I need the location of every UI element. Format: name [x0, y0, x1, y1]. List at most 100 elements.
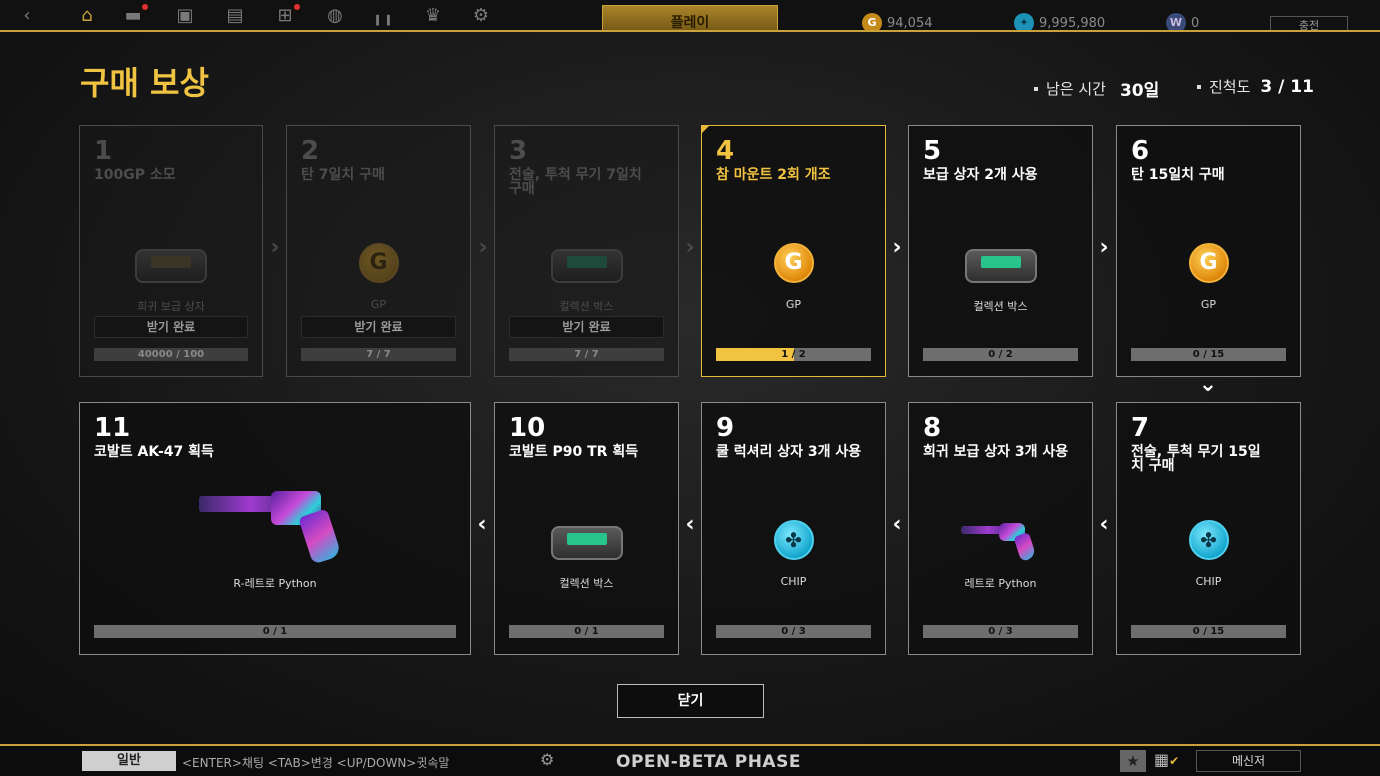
card-number: 7: [1131, 413, 1150, 443]
globe-icon[interactable]: ◍: [322, 6, 348, 26]
back-icon[interactable]: ‹: [14, 6, 40, 26]
progress-text: 40000 / 100: [137, 349, 205, 360]
progress-text: 0 / 1: [262, 626, 288, 637]
weapon-icon[interactable]: ▬: [120, 4, 148, 26]
reward-name: GP: [785, 298, 802, 311]
card-number: 1: [94, 136, 113, 166]
arrow-right-icon: ›: [892, 235, 902, 260]
phase-label: OPEN-BETA PHASE: [616, 752, 801, 772]
reward-card-7[interactable]: 7 전술, 투척 무기 15일치 구매 ✤ CHIP 0 / 15: [1116, 402, 1301, 655]
reward-name: 컬렉션 박스: [559, 300, 614, 313]
progress-status: 진척도 3 / 11: [1197, 76, 1314, 97]
card-number: 8: [923, 413, 942, 443]
arrow-left-icon: ‹: [892, 512, 902, 537]
reward-name: 레트로 Python: [964, 577, 1037, 590]
progress-bar: 0 / 2: [923, 348, 1078, 361]
card-number: 3: [509, 136, 528, 166]
progress-text: 0 / 2: [988, 349, 1013, 360]
progress-bar: 0 / 3: [716, 625, 871, 638]
progress-bar: 7 / 7: [301, 348, 456, 361]
card-number: 5: [923, 136, 942, 166]
modal-title: 구매 보상: [80, 64, 209, 102]
card-title: 전술, 투척 무기 15일치 구매: [1131, 444, 1261, 474]
card-number: 6: [1131, 136, 1150, 166]
card-title: 탄 15일치 구매: [1131, 167, 1225, 183]
card-number: 2: [301, 136, 320, 166]
reward-name: 컬렉션 박스: [973, 300, 1028, 313]
chat-channel-tab[interactable]: 일반: [82, 751, 176, 771]
gp-coin-icon: G: [358, 243, 399, 283]
arrow-left-icon: ‹: [1099, 512, 1109, 537]
character-icon[interactable]: ▣: [172, 6, 198, 26]
reward-name: GP: [370, 298, 387, 311]
messenger-button[interactable]: 메신저: [1196, 750, 1301, 772]
trophy-icon[interactable]: ♛: [420, 6, 446, 26]
progress-bar: 1 / 2: [716, 348, 871, 361]
reward-name: GP: [1200, 298, 1217, 311]
reward-card-11[interactable]: 11 코발트 AK-47 획득 R-레트로 Python 0 / 1: [79, 402, 471, 655]
gp-coin-icon: G: [1188, 243, 1229, 283]
bullet-icon: [1034, 86, 1038, 91]
cart-icon[interactable]: ⊞: [272, 4, 300, 26]
progress-bar: 0 / 15: [1131, 625, 1286, 638]
card-title: 참 마운트 2회 개조: [716, 167, 831, 183]
reward-card-10[interactable]: 10 코발트 P90 TR 획득 컬렉션 박스 0 / 1: [494, 402, 679, 655]
reward-name: 희귀 보급 상자: [137, 300, 205, 313]
arrow-left-icon: ‹: [477, 512, 487, 537]
chip-icon: ✤: [1188, 520, 1229, 560]
card-number: 10: [509, 413, 546, 443]
progress-text: 0 / 15: [1192, 349, 1225, 360]
progress-text: 0 / 3: [781, 626, 806, 637]
arrow-right-icon: ›: [685, 235, 695, 260]
reward-card-8[interactable]: 8 희귀 보급 상자 3개 사용 레트로 Python 0 / 3: [908, 402, 1093, 655]
card-title: 100GP 소모: [94, 167, 176, 183]
arrow-right-icon: ›: [478, 235, 488, 260]
chat-settings-gear-icon[interactable]: ⚙: [540, 750, 554, 769]
favorite-star-icon[interactable]: ★: [1120, 750, 1146, 772]
stats-icon[interactable]: ╻╻: [370, 6, 396, 26]
card-number: 11: [94, 413, 131, 443]
card-number: 9: [716, 413, 735, 443]
gp-coin-icon: G: [773, 243, 814, 283]
progress-text: 0 / 3: [988, 626, 1013, 637]
reward-card-9[interactable]: 9쿨 럭셔리 상자 3개 사용 ✤ CHIP 0 / 3: [701, 402, 886, 655]
claim-complete-button: 받기 완료: [301, 316, 456, 338]
chip-icon: ✤: [773, 520, 814, 560]
top-nav-bar: ‹ ⌂ ▬ ▣ ▤ ⊞ ◍ ╻╻ ♛ ⚙ 플레이 G 94,054 ✦ 9,99…: [0, 0, 1380, 34]
reward-card-5[interactable]: 5 보급 상자 2개 사용 컬렉션 박스 0 / 2: [908, 125, 1093, 377]
progress-text: 7 / 7: [574, 349, 599, 360]
grid-menu-icon[interactable]: ▦✔: [1154, 750, 1184, 772]
home-icon[interactable]: ⌂: [74, 6, 100, 26]
remaining-time: 남은 시간 30일: [1034, 76, 1159, 101]
purchase-reward-modal: 구매 보상 남은 시간 30일 진척도 3 / 11 1 100GP 소모희귀 보…: [0, 30, 1380, 746]
reward-card-4[interactable]: 4참 마운트 2회 개조 G GP 1 / 2: [701, 125, 886, 377]
progress-text: 0 / 1: [574, 626, 599, 637]
inventory-icon[interactable]: ▤: [222, 6, 248, 26]
revolver-icon: [960, 520, 1041, 562]
card-title: 탄 7일치 구매: [301, 167, 385, 183]
claim-complete-button: 받기 완료: [94, 316, 248, 338]
progress-bar: 7 / 7: [509, 348, 664, 361]
reward-card-1[interactable]: 1 100GP 소모희귀 보급 상자받기 완료 40000 / 100: [79, 125, 263, 377]
progress-text: 7 / 7: [366, 349, 391, 360]
collection-box-icon: [550, 526, 623, 560]
reward-name: CHIP: [1195, 575, 1222, 588]
card-title: 쿨 럭셔리 상자 3개 사용: [716, 444, 862, 460]
reward-card-3[interactable]: 3 전술, 투척 무기 7일치 구매컬렉션 박스받기 완료 7 / 7: [494, 125, 679, 377]
settings-gear-icon[interactable]: ⚙: [468, 6, 494, 26]
arrow-right-icon: ›: [1099, 235, 1109, 260]
reward-name: R-레트로 Python: [233, 577, 317, 590]
close-button[interactable]: 닫기: [617, 684, 764, 718]
reward-card-6[interactable]: 6탄 15일치 구매 G GP 0 / 15: [1116, 125, 1301, 377]
claim-complete-button: 받기 완료: [509, 316, 664, 338]
chat-input-hint[interactable]: <ENTER>채팅 <TAB>변경 <UP/DOWN>귓속말: [182, 754, 449, 771]
progress-bar: 0 / 15: [1131, 348, 1286, 361]
progress-bar: 0 / 3: [923, 625, 1078, 638]
card-title: 전술, 투척 무기 7일치 구매: [509, 167, 642, 197]
card-title: 코발트 P90 TR 획득: [509, 444, 639, 460]
revolver-icon: [199, 485, 351, 565]
card-number: 4: [716, 136, 735, 166]
play-button[interactable]: 플레이: [602, 5, 778, 33]
reward-card-2[interactable]: 2탄 7일치 구매 G GP 받기 완료 7 / 7: [286, 125, 471, 377]
progress-bar: 0 / 1: [94, 625, 456, 638]
